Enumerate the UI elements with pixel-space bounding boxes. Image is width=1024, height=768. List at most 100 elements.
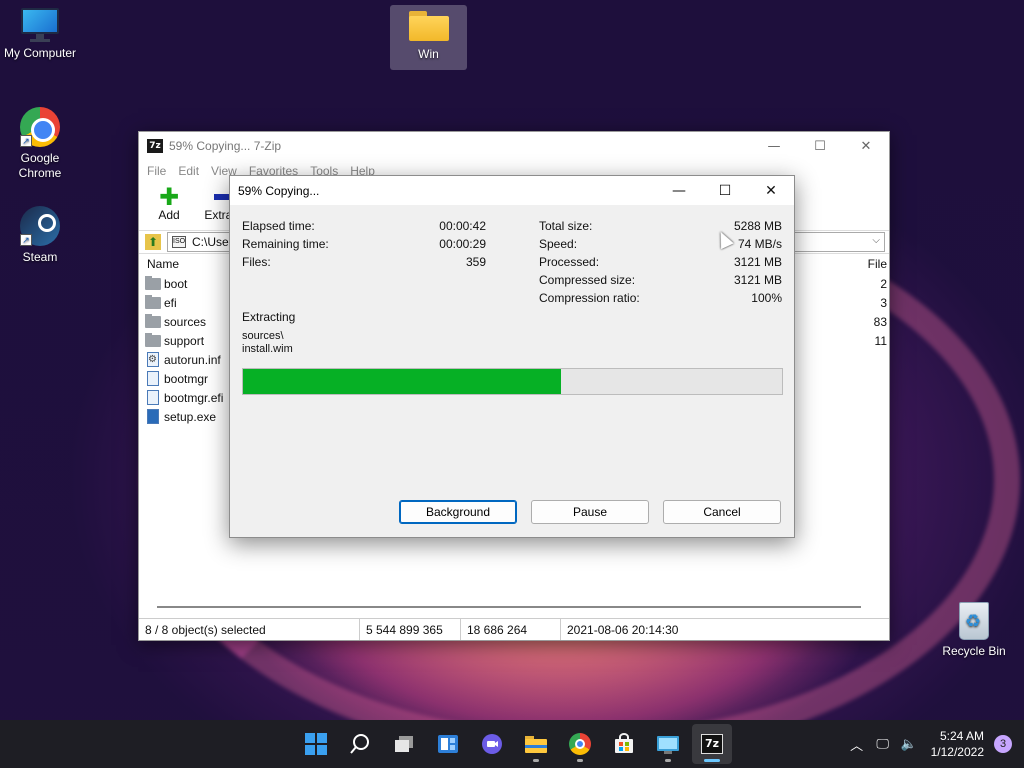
shortcut-arrow-icon: ↗ — [20, 234, 32, 246]
files-label: Files: — [242, 255, 271, 269]
menu-edit[interactable]: Edit — [178, 164, 199, 178]
chat-button[interactable] — [472, 724, 512, 764]
column-files[interactable]: File — [868, 257, 887, 271]
7zip-icon: 7z — [701, 734, 723, 754]
recycle-bin-icon — [959, 602, 989, 640]
dialog-close-button[interactable]: ✕ — [748, 176, 794, 205]
drive-icon: ISO — [172, 236, 186, 248]
desktop-icon-label: Steam — [22, 250, 58, 264]
title-bar[interactable]: 7z 59% Copying... 7-Zip — ☐ ✕ — [139, 132, 889, 160]
status-modified: 2021-08-06 20:14:30 — [567, 622, 679, 637]
remaining-time-value: 00:00:29 — [439, 237, 486, 251]
7zip-taskbar-button[interactable]: 7z — [692, 724, 732, 764]
compressed-size-label: Compressed size: — [539, 273, 636, 287]
folder-icon — [408, 11, 449, 41]
pause-button[interactable]: Pause — [531, 500, 649, 524]
total-size-label: Total size: — [539, 219, 593, 233]
status-packed: 18 686 264 — [461, 619, 561, 640]
task-view-icon — [395, 736, 413, 752]
desktop-icon-recycle-bin[interactable]: Recycle Bin — [934, 602, 1014, 658]
store-button[interactable] — [604, 724, 644, 764]
maximize-button[interactable]: ☐ — [797, 132, 843, 160]
file-icon — [147, 371, 159, 386]
processed-label: Processed: — [539, 255, 600, 269]
compressed-size-value: 3121 MB — [733, 273, 782, 287]
progress-bar — [242, 368, 783, 395]
chrome-taskbar-button[interactable] — [560, 724, 600, 764]
compression-ratio-label: Compression ratio: — [539, 291, 640, 305]
progress-fill — [243, 369, 561, 394]
processed-value: 3121 MB — [733, 255, 782, 269]
elapsed-time-label: Elapsed time: — [242, 219, 315, 233]
minimize-button[interactable]: — — [751, 132, 797, 160]
cancel-button[interactable]: Cancel — [663, 500, 781, 524]
folder-icon — [145, 332, 161, 347]
chevron-up-icon[interactable]: ︿ — [845, 735, 869, 754]
taskbar-apps: 7z — [296, 720, 732, 768]
desktop-icon-label: My Computer — [3, 46, 77, 60]
remaining-time-label: Remaining time: — [242, 237, 329, 251]
search-icon — [350, 734, 369, 754]
column-name[interactable]: Name — [147, 257, 179, 271]
menu-file[interactable]: File — [147, 164, 166, 178]
compression-ratio-value: 100% — [751, 291, 782, 305]
volume-icon[interactable]: 🔈 — [897, 737, 921, 752]
widgets-icon — [438, 735, 458, 753]
elapsed-time-value: 00:00:42 — [439, 219, 486, 233]
shortcut-arrow-icon: ↗ — [20, 135, 32, 147]
taskbar: 7z ︿ 🖵 🔈 5:24 AM 1/12/2022 3 — [0, 720, 1024, 768]
plus-icon: ✚ — [158, 183, 180, 211]
horizontal-scrollbar[interactable] — [157, 606, 861, 608]
up-folder-icon[interactable]: ⬆ — [145, 234, 161, 250]
desktop-icon-label: Win — [418, 47, 439, 61]
close-button[interactable]: ✕ — [843, 132, 889, 160]
copy-progress-dialog[interactable]: 59% Copying... — ☐ ✕ Elapsed time: 00:00… — [229, 175, 795, 538]
search-button[interactable] — [340, 724, 380, 764]
background-button[interactable]: Background — [399, 500, 517, 524]
address-text: C:\Use — [192, 235, 229, 249]
status-bar: 8 / 8 object(s) selected 5 544 899 365 1… — [139, 618, 889, 640]
desktop-icon-label: Google Chrome — [18, 151, 62, 180]
current-path: sources\ — [242, 330, 284, 342]
network-icon[interactable]: 🖵 — [871, 737, 895, 752]
chrome-icon — [569, 733, 591, 755]
total-size-value: 5288 MB — [733, 219, 782, 233]
operation-label: Extracting — [242, 310, 296, 324]
control-panel-button[interactable] — [648, 724, 688, 764]
desktop-icon-my-computer[interactable]: My Computer — [0, 8, 80, 60]
clock-date: 1/12/2022 — [930, 745, 984, 759]
system-tray: ︿ 🖵 🔈 5:24 AM 1/12/2022 3 — [845, 720, 1024, 768]
dialog-maximize-button[interactable]: ☐ — [702, 176, 748, 205]
desktop-icon-label: Recycle Bin — [942, 644, 1006, 658]
task-view-button[interactable] — [384, 724, 424, 764]
speed-label: Speed: — [539, 237, 578, 251]
dialog-title: 59% Copying... — [238, 183, 320, 198]
exe-file-icon — [147, 409, 159, 424]
windows-logo-icon — [305, 733, 327, 755]
folder-icon — [145, 294, 161, 309]
clock[interactable]: 5:24 AM 1/12/2022 — [931, 728, 984, 760]
file-explorer-icon — [525, 736, 547, 753]
start-button[interactable] — [296, 724, 336, 764]
desktop-icon-steam[interactable]: ↗ Steam — [0, 206, 80, 264]
chat-icon — [482, 734, 502, 754]
desktop-icon-win-folder[interactable]: Win — [390, 5, 467, 70]
files-value: 359 — [465, 255, 486, 269]
dialog-minimize-button[interactable]: — — [656, 176, 702, 205]
window-title: 59% Copying... 7-Zip — [169, 139, 282, 153]
file-icon — [147, 390, 159, 405]
store-icon — [615, 733, 633, 753]
control-panel-icon — [657, 736, 679, 754]
chevron-down-icon[interactable]: ⌵ — [872, 235, 880, 246]
7zip-icon: 7z — [147, 139, 163, 153]
widgets-button[interactable] — [428, 724, 468, 764]
add-button[interactable]: ✚ Add — [147, 182, 191, 230]
clock-time: 5:24 AM — [939, 729, 984, 743]
add-label: Add — [158, 208, 180, 222]
file-explorer-button[interactable] — [516, 724, 556, 764]
status-selected: 8 / 8 object(s) selected — [139, 619, 360, 640]
status-size: 5 544 899 365 — [360, 619, 461, 640]
dialog-title-bar[interactable]: 59% Copying... — ☐ ✕ — [230, 176, 794, 205]
notification-badge[interactable]: 3 — [994, 735, 1012, 753]
desktop-icon-google-chrome[interactable]: ↗ Google Chrome — [0, 107, 80, 181]
